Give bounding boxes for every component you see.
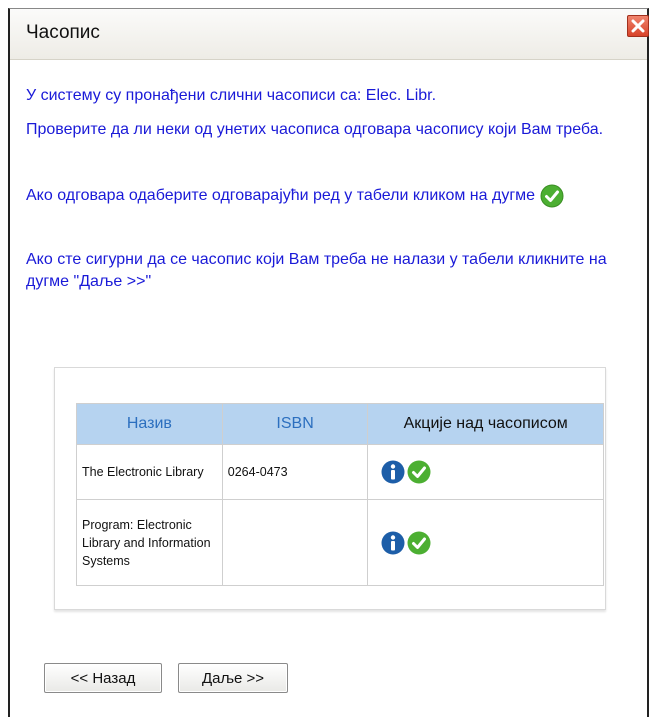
journal-actions-cell [367, 499, 604, 586]
message-line-2: Проверите да ли неки од унетих часописа … [26, 121, 604, 138]
check-icon[interactable] [407, 460, 431, 484]
message-line-4: Ако сте сигурни да се часопис који Вам т… [26, 251, 607, 290]
back-button[interactable]: << Назад [44, 663, 162, 693]
check-icon [540, 184, 563, 208]
table-row[interactable]: Program: Electronic Library and Informat… [76, 499, 604, 586]
close-button[interactable] [627, 15, 649, 37]
close-icon [631, 19, 645, 33]
message-similar-found: У систему су пронађени слични часописи с… [26, 85, 631, 107]
info-icon[interactable] [381, 460, 405, 484]
message-line-3: Ако одговара одаберите одговарајући ред … [26, 187, 536, 205]
dialog-title: Часопис [26, 22, 100, 43]
journal-actions-cell [367, 444, 604, 500]
dialog-titlebar: Часопис [10, 9, 649, 60]
journal-isbn-cell [221, 499, 369, 586]
message-not-found: Ако сте сигурни да се часопис који Вам т… [26, 249, 631, 293]
table-row[interactable]: The Electronic Library 0264-0473 [76, 444, 604, 500]
journal-isbn-cell: 0264-0473 [221, 444, 369, 500]
next-button[interactable]: Даље >> [178, 663, 288, 693]
table-header-row: Назив ISBN Акције над часописом [76, 403, 604, 445]
info-icon[interactable] [381, 531, 405, 555]
journal-name-cell: Program: Electronic Library and Informat… [76, 499, 223, 586]
column-header-isbn[interactable]: ISBN [221, 403, 369, 445]
column-header-name[interactable]: Назив [76, 403, 223, 445]
column-header-actions: Акције над часописом [367, 403, 604, 445]
journal-dialog: Часопис У систему су пронађени слични ча… [8, 8, 649, 717]
message-line-1: У систему су пронађени слични часописи с… [26, 87, 437, 104]
message-check-match: Проверите да ли неки од унетих часописа … [26, 119, 631, 141]
journals-table: Назив ISBN Акције над часописом The Elec… [76, 403, 604, 586]
message-select-row: Ако одговара одаберите одговарајући ред … [26, 184, 631, 208]
check-icon[interactable] [407, 531, 431, 555]
journal-name-cell: The Electronic Library [76, 444, 223, 500]
results-panel: Назив ISBN Акције над часописом The Elec… [54, 367, 606, 610]
